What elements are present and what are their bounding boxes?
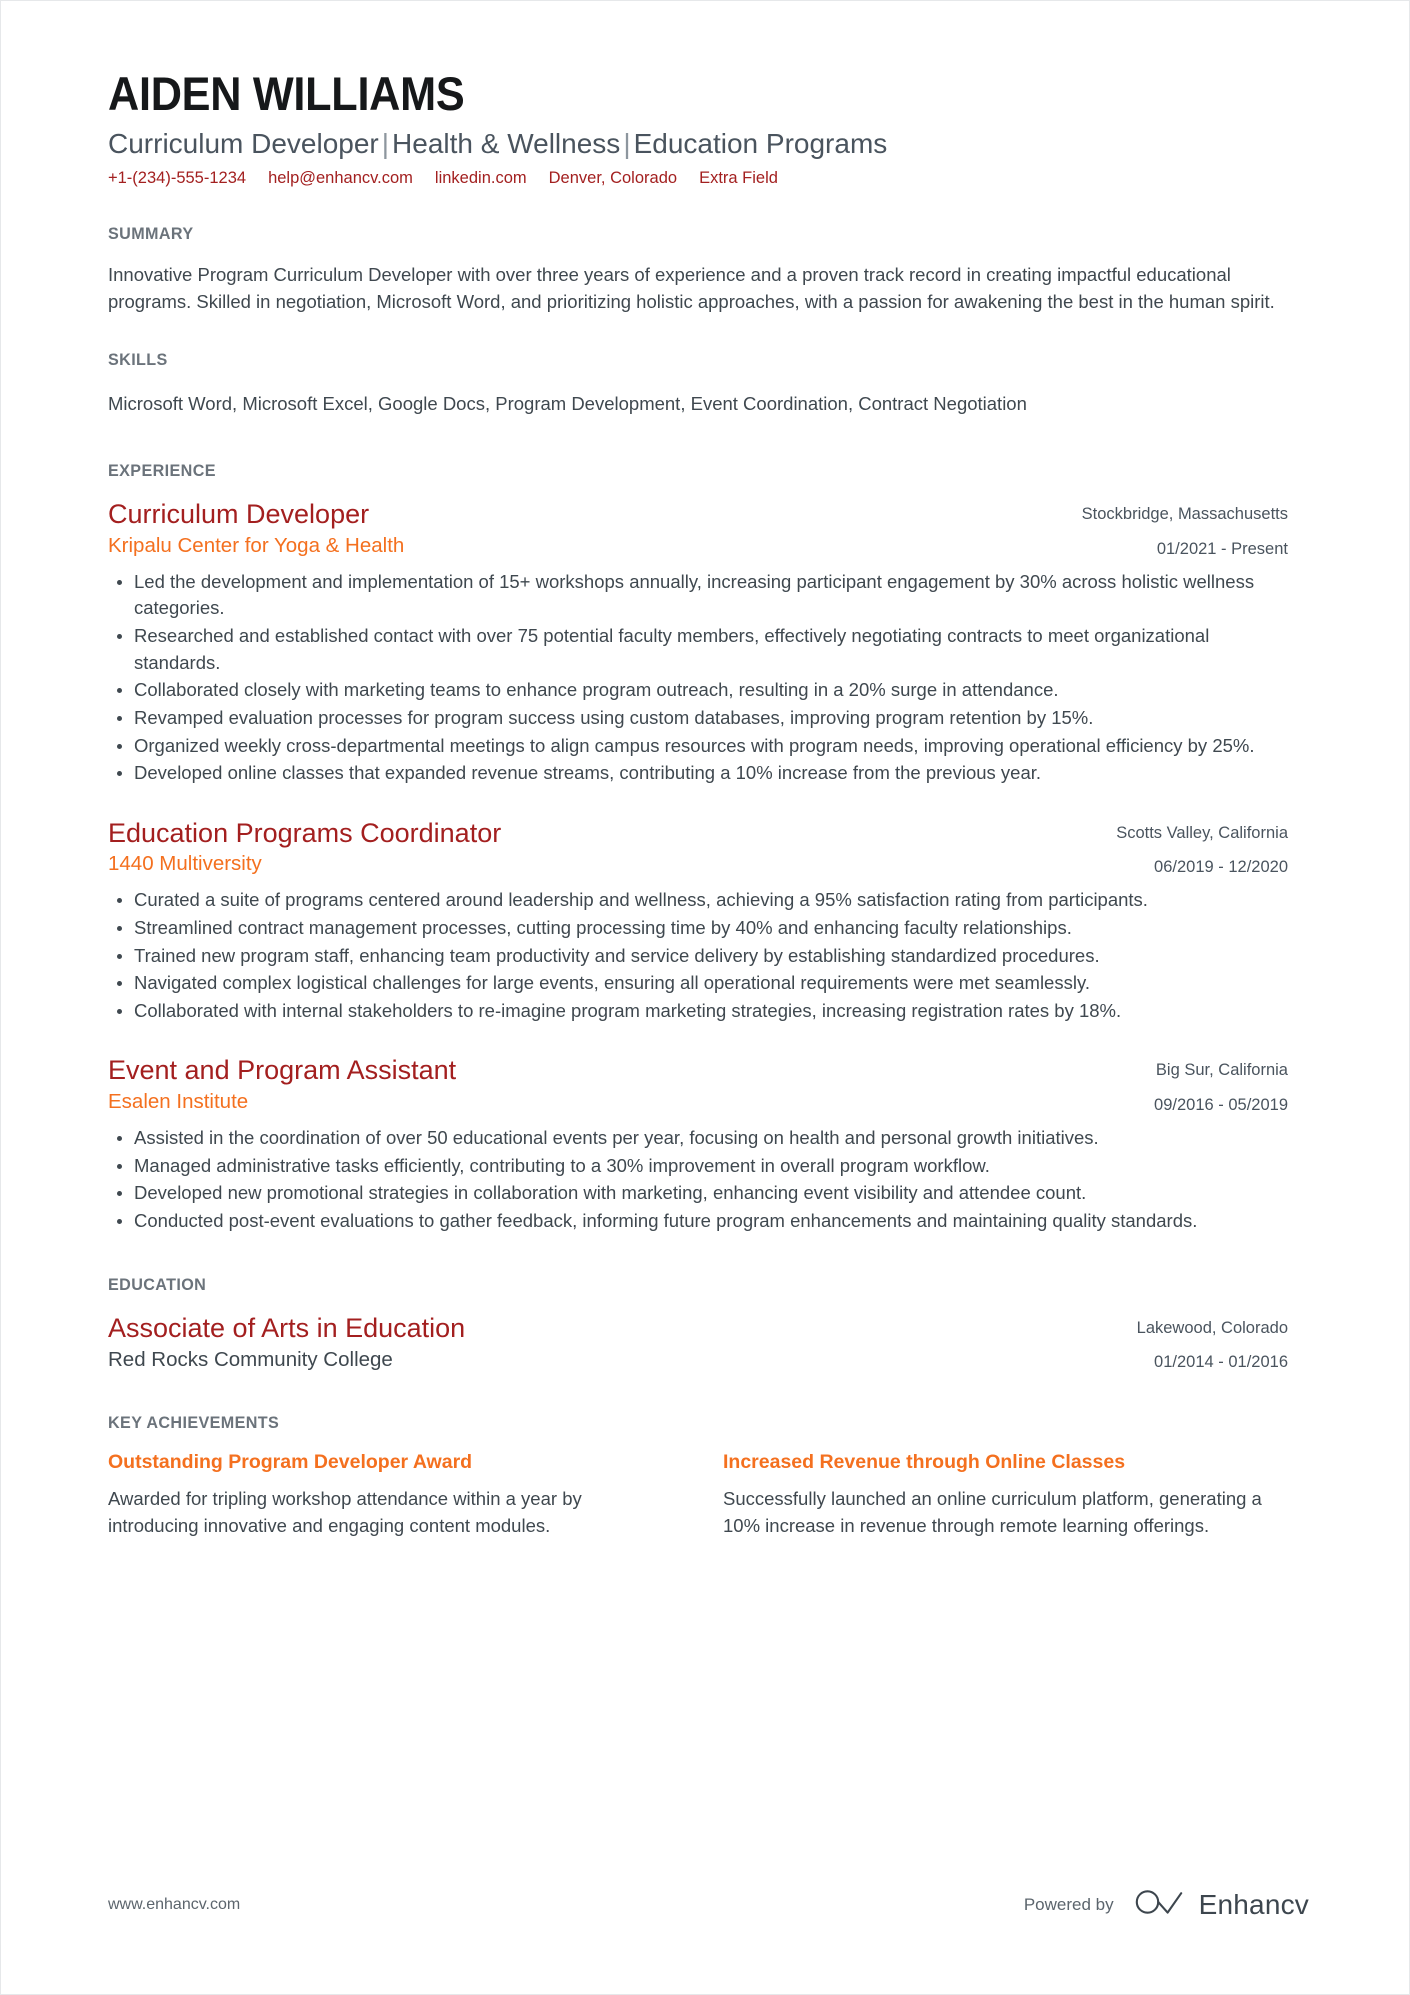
education-entry: Associate of Arts in Education Red Rocks… xyxy=(108,1312,1288,1374)
job-bullet: Assisted in the coordination of over 50 … xyxy=(117,1125,1288,1152)
resume-header: AIDEN WILLIAMS Curriculum Developer | Heal… xyxy=(108,69,1288,190)
contact-location: Denver, Colorado xyxy=(548,169,678,188)
job-bullets: Assisted in the coordination of over 50 … xyxy=(108,1125,1288,1235)
experience-entry: Curriculum Developer Kripalu Center for … xyxy=(108,498,1288,787)
job-bullet: Led the development and implementation o… xyxy=(117,569,1288,622)
job-location: Big Sur, California xyxy=(1155,1061,1288,1080)
job-bullet: Streamlined contract management processe… xyxy=(117,915,1288,942)
experience-entry: Education Programs Coordinator 1440 Mult… xyxy=(108,817,1288,1025)
experience-entry-left: Event and Program Assistant Esalen Insti… xyxy=(108,1054,1154,1114)
job-bullet: Developed online classes that expanded r… xyxy=(117,760,1288,787)
job-dates: 09/2016 - 05/2019 xyxy=(1154,1095,1288,1114)
section-summary: SUMMARY Innovative Program Curriculum De… xyxy=(108,224,1288,316)
experience-entry-header: Curriculum Developer Kripalu Center for … xyxy=(108,498,1288,560)
job-title: Education Programs Coordinator xyxy=(108,817,502,848)
job-bullet: Researched and established contact with … xyxy=(117,623,1288,676)
job-bullet: Developed new promotional strategies in … xyxy=(117,1180,1288,1207)
job-bullets: Led the development and implementation o… xyxy=(108,569,1288,787)
education-entry-right: Lakewood, Colorado 01/2014 - 01/2016 xyxy=(1137,1312,1288,1374)
job-bullet: Collaborated with internal stakeholders … xyxy=(117,998,1288,1025)
section-title-experience: EXPERIENCE xyxy=(108,461,216,481)
candidate-headline: Curriculum Developer | Health & Wellness | E… xyxy=(108,126,1288,161)
job-title: Event and Program Assistant xyxy=(108,1055,457,1086)
job-bullet: Conducted post-event evaluations to gath… xyxy=(117,1208,1288,1235)
job-bullet: Revamped evaluation processes for progra… xyxy=(117,705,1288,732)
achievement-item: Outstanding Program Developer Award Awar… xyxy=(108,1450,668,1540)
job-title: Curriculum Developer xyxy=(108,499,370,530)
section-title-summary: SUMMARY xyxy=(108,223,194,243)
skills-list: Microsoft Word, Microsoft Excel, Google … xyxy=(108,392,1027,414)
job-bullet: Managed administrative tasks efficiently… xyxy=(117,1153,1288,1180)
enhancv-logo-icon xyxy=(1134,1887,1186,1922)
achievement-title: Increased Revenue through Online Classes xyxy=(723,1451,1126,1474)
powered-by-label: Powered by xyxy=(1023,1894,1114,1914)
job-organization: Kripalu Center for Yoga & Health xyxy=(108,533,405,557)
section-title-achievements: KEY ACHIEVEMENTS xyxy=(108,1413,280,1433)
resume-page: AIDEN WILLIAMS Curriculum Developer | Heal… xyxy=(0,0,1410,1995)
education-school: Red Rocks Community College xyxy=(108,1347,393,1371)
job-bullet: Collaborated closely with marketing team… xyxy=(117,677,1288,704)
footer-website-url[interactable]: www.enhancv.com xyxy=(108,1896,240,1914)
headline-separator-1: | xyxy=(381,128,390,160)
achievement-description: Successfully launched an online curricul… xyxy=(723,1488,1262,1537)
contact-phone[interactable]: +1-(234)-555-1234 xyxy=(108,168,246,189)
experience-entry-left: Education Programs Coordinator 1440 Mult… xyxy=(108,817,1116,877)
summary-text: Innovative Program Curriculum Developer … xyxy=(108,263,1275,313)
headline-part-3: Education Programs xyxy=(633,128,888,160)
achievement-item: Increased Revenue through Online Classes… xyxy=(723,1450,1283,1540)
experience-entry-left: Curriculum Developer Kripalu Center for … xyxy=(108,498,1082,558)
experience-entry-right: Big Sur, California 09/2016 - 05/2019 xyxy=(1154,1054,1288,1116)
experience-entry-right: Scotts Valley, California 06/2019 - 12/2… xyxy=(1116,817,1288,879)
footer-branding: Powered by Enhancv xyxy=(1024,1887,1309,1922)
section-education: EDUCATION Associate of Arts in Education… xyxy=(108,1275,1288,1374)
education-degree: Associate of Arts in Education xyxy=(108,1312,466,1343)
contact-linkedin[interactable]: linkedin.com xyxy=(435,168,527,189)
resume-footer: www.enhancv.com Powered by Enhancv xyxy=(108,1887,1309,1922)
section-skills: SKILLS Microsoft Word, Microsoft Excel, … xyxy=(108,350,1288,418)
achievements-grid: Outstanding Program Developer Award Awar… xyxy=(108,1450,1288,1540)
achievement-description: Awarded for tripling workshop attendance… xyxy=(108,1488,582,1537)
job-dates: 06/2019 - 12/2020 xyxy=(1154,858,1288,877)
job-organization: Esalen Institute xyxy=(108,1089,249,1113)
section-achievements: KEY ACHIEVEMENTS Outstanding Program Dev… xyxy=(108,1413,1288,1540)
headline-part-1: Curriculum Developer xyxy=(108,128,379,160)
contact-email[interactable]: help@enhancv.com xyxy=(268,168,413,189)
contact-line: +1-(234)-555-1234 help@enhancv.com linkedi… xyxy=(108,168,1288,189)
section-experience: EXPERIENCE Curriculum Developer Kripalu … xyxy=(108,461,1288,1234)
education-entry-header: Associate of Arts in Education Red Rocks… xyxy=(108,1312,1288,1374)
job-bullet: Organized weekly cross-departmental meet… xyxy=(117,733,1288,760)
job-location: Stockbridge, Massachusetts xyxy=(1081,505,1288,524)
headline-separator-2: | xyxy=(623,128,631,160)
section-title-skills: SKILLS xyxy=(108,349,168,369)
job-bullet: Navigated complex logistical challenges … xyxy=(117,970,1288,997)
section-title-education: EDUCATION xyxy=(108,1274,207,1294)
experience-entry: Event and Program Assistant Esalen Insti… xyxy=(108,1054,1288,1234)
experience-entry-header: Event and Program Assistant Esalen Insti… xyxy=(108,1054,1288,1116)
headline-part-2: Health & Wellness xyxy=(392,128,621,160)
education-dates: 01/2014 - 01/2016 xyxy=(1154,1352,1288,1371)
enhancv-brand: Enhancv xyxy=(1134,1887,1309,1922)
job-dates: 01/2021 - Present xyxy=(1156,539,1288,558)
achievement-title: Outstanding Program Developer Award xyxy=(108,1451,473,1474)
job-bullet: Curated a suite of programs centered aro… xyxy=(117,887,1288,914)
enhancv-wordmark: Enhancv xyxy=(1198,1888,1309,1920)
experience-entry-right: Stockbridge, Massachusetts 01/2021 - Pre… xyxy=(1082,498,1288,560)
job-bullets: Curated a suite of programs centered aro… xyxy=(108,887,1288,1024)
job-location: Scotts Valley, California xyxy=(1116,823,1288,842)
job-bullet: Trained new program staff, enhancing tea… xyxy=(117,943,1288,970)
education-entry-left: Associate of Arts in Education Red Rocks… xyxy=(108,1312,1137,1373)
resume-content: AIDEN WILLIAMS Curriculum Developer | Heal… xyxy=(108,69,1288,1540)
experience-entry-header: Education Programs Coordinator 1440 Mult… xyxy=(108,817,1288,879)
education-location: Lakewood, Colorado xyxy=(1136,1318,1288,1337)
job-organization: 1440 Multiversity xyxy=(108,852,262,876)
candidate-name: AIDEN WILLIAMS xyxy=(108,67,465,120)
contact-extra-field: Extra Field xyxy=(699,169,778,188)
